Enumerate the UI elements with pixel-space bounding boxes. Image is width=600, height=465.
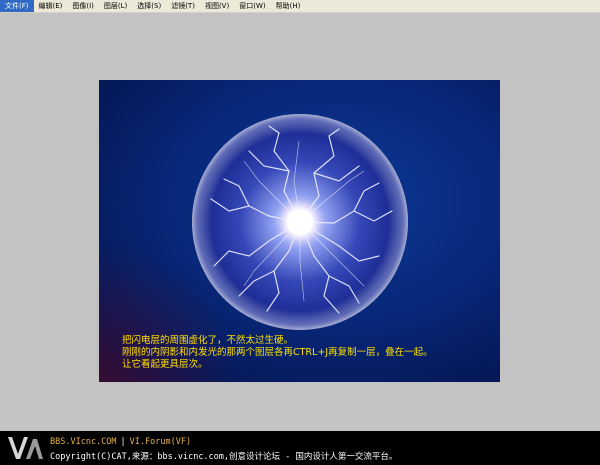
caption-line-3: 让它看起更具层次。 [122,359,208,370]
footer-separator: | [120,437,126,447]
caption-line-2: 刚刚的内阴影和内发光的那两个图层各再CTRL+J再复制一层，叠在一起。 [122,347,433,358]
menu-image[interactable]: 图像(I) [67,0,99,12]
menu-view[interactable]: 视图(V) [200,0,234,12]
menu-help[interactable]: 帮助(H) [271,0,306,12]
plasma-orb-image [192,114,408,330]
workspace: 把闪电层的周围虚化了，不然太过生硬。 刚刚的内阴影和内发光的那两个图层各再CTR… [0,13,600,431]
menu-select[interactable]: 选择(S) [132,0,166,12]
menu-edit[interactable]: 编辑(E) [34,0,68,12]
footer-copyright: Copyright(C)CAT,来源：bbs.vicnc.com,创意设计论坛 … [50,452,398,462]
footer-site-line: BBS.VIcnc.COM | VI.Forum(VF) [50,437,191,447]
menu-window[interactable]: 窗口(W) [234,0,270,12]
footer-site-link[interactable]: BBS.VIcnc.COM [50,437,117,447]
footer-forum-link[interactable]: VI.Forum(VF) [130,437,191,447]
tutorial-caption: 把闪电层的周围虚化了，不然太过生硬。 刚刚的内阴影和内发光的那两个图层各再CTR… [122,335,433,371]
vi-logo-icon [8,437,43,459]
footer-bar: BBS.VIcnc.COM | VI.Forum(VF) Copyright(C)C… [0,431,600,465]
menu-layer[interactable]: 图层(L) [99,0,132,12]
menu-filter[interactable]: 滤镜(T) [166,0,200,12]
document-canvas[interactable]: 把闪电层的周围虚化了，不然太过生硬。 刚刚的内阴影和内发光的那两个图层各再CTR… [99,80,500,382]
menu-file[interactable]: 文件(F) [0,0,34,12]
menu-bar: 文件(F) 编辑(E) 图像(I) 图层(L) 选择(S) 滤镜(T) 视图(V… [0,0,600,13]
caption-line-1: 把闪电层的周围虚化了，不然太过生硬。 [122,335,294,346]
